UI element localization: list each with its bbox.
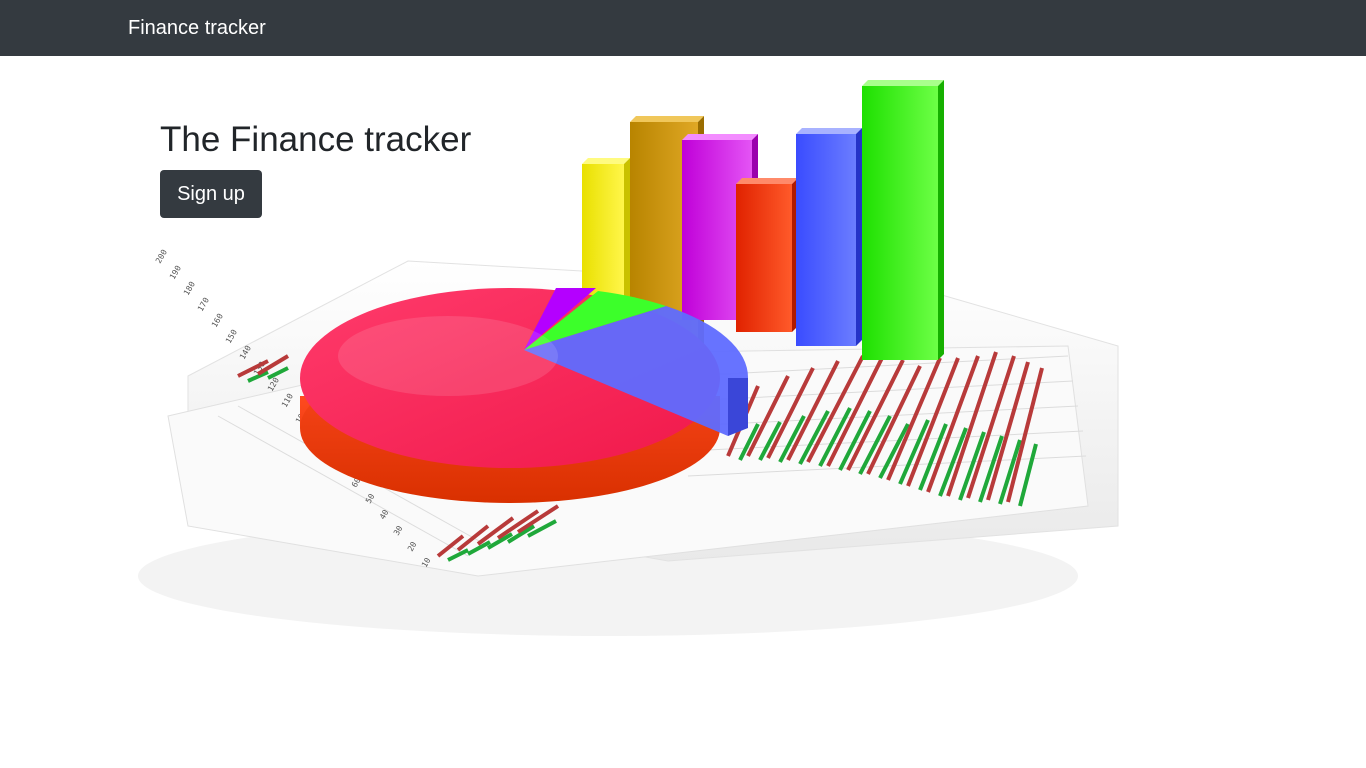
page-title: The Finance tracker bbox=[160, 120, 472, 159]
svg-text:200: 200 bbox=[154, 248, 169, 265]
svg-text:160: 160 bbox=[210, 312, 225, 329]
svg-text:170: 170 bbox=[196, 296, 211, 313]
bar-red bbox=[736, 178, 798, 332]
svg-text:180: 180 bbox=[182, 280, 197, 297]
bar-blue bbox=[796, 128, 862, 346]
navbar: Finance tracker bbox=[0, 0, 1366, 56]
brand-link[interactable]: Finance tracker bbox=[128, 16, 266, 40]
svg-text:150: 150 bbox=[224, 328, 239, 345]
bar-green bbox=[862, 80, 944, 360]
svg-text:190: 190 bbox=[168, 264, 183, 281]
sign-up-button[interactable]: Sign up bbox=[160, 170, 262, 218]
pie-chart bbox=[300, 288, 749, 503]
